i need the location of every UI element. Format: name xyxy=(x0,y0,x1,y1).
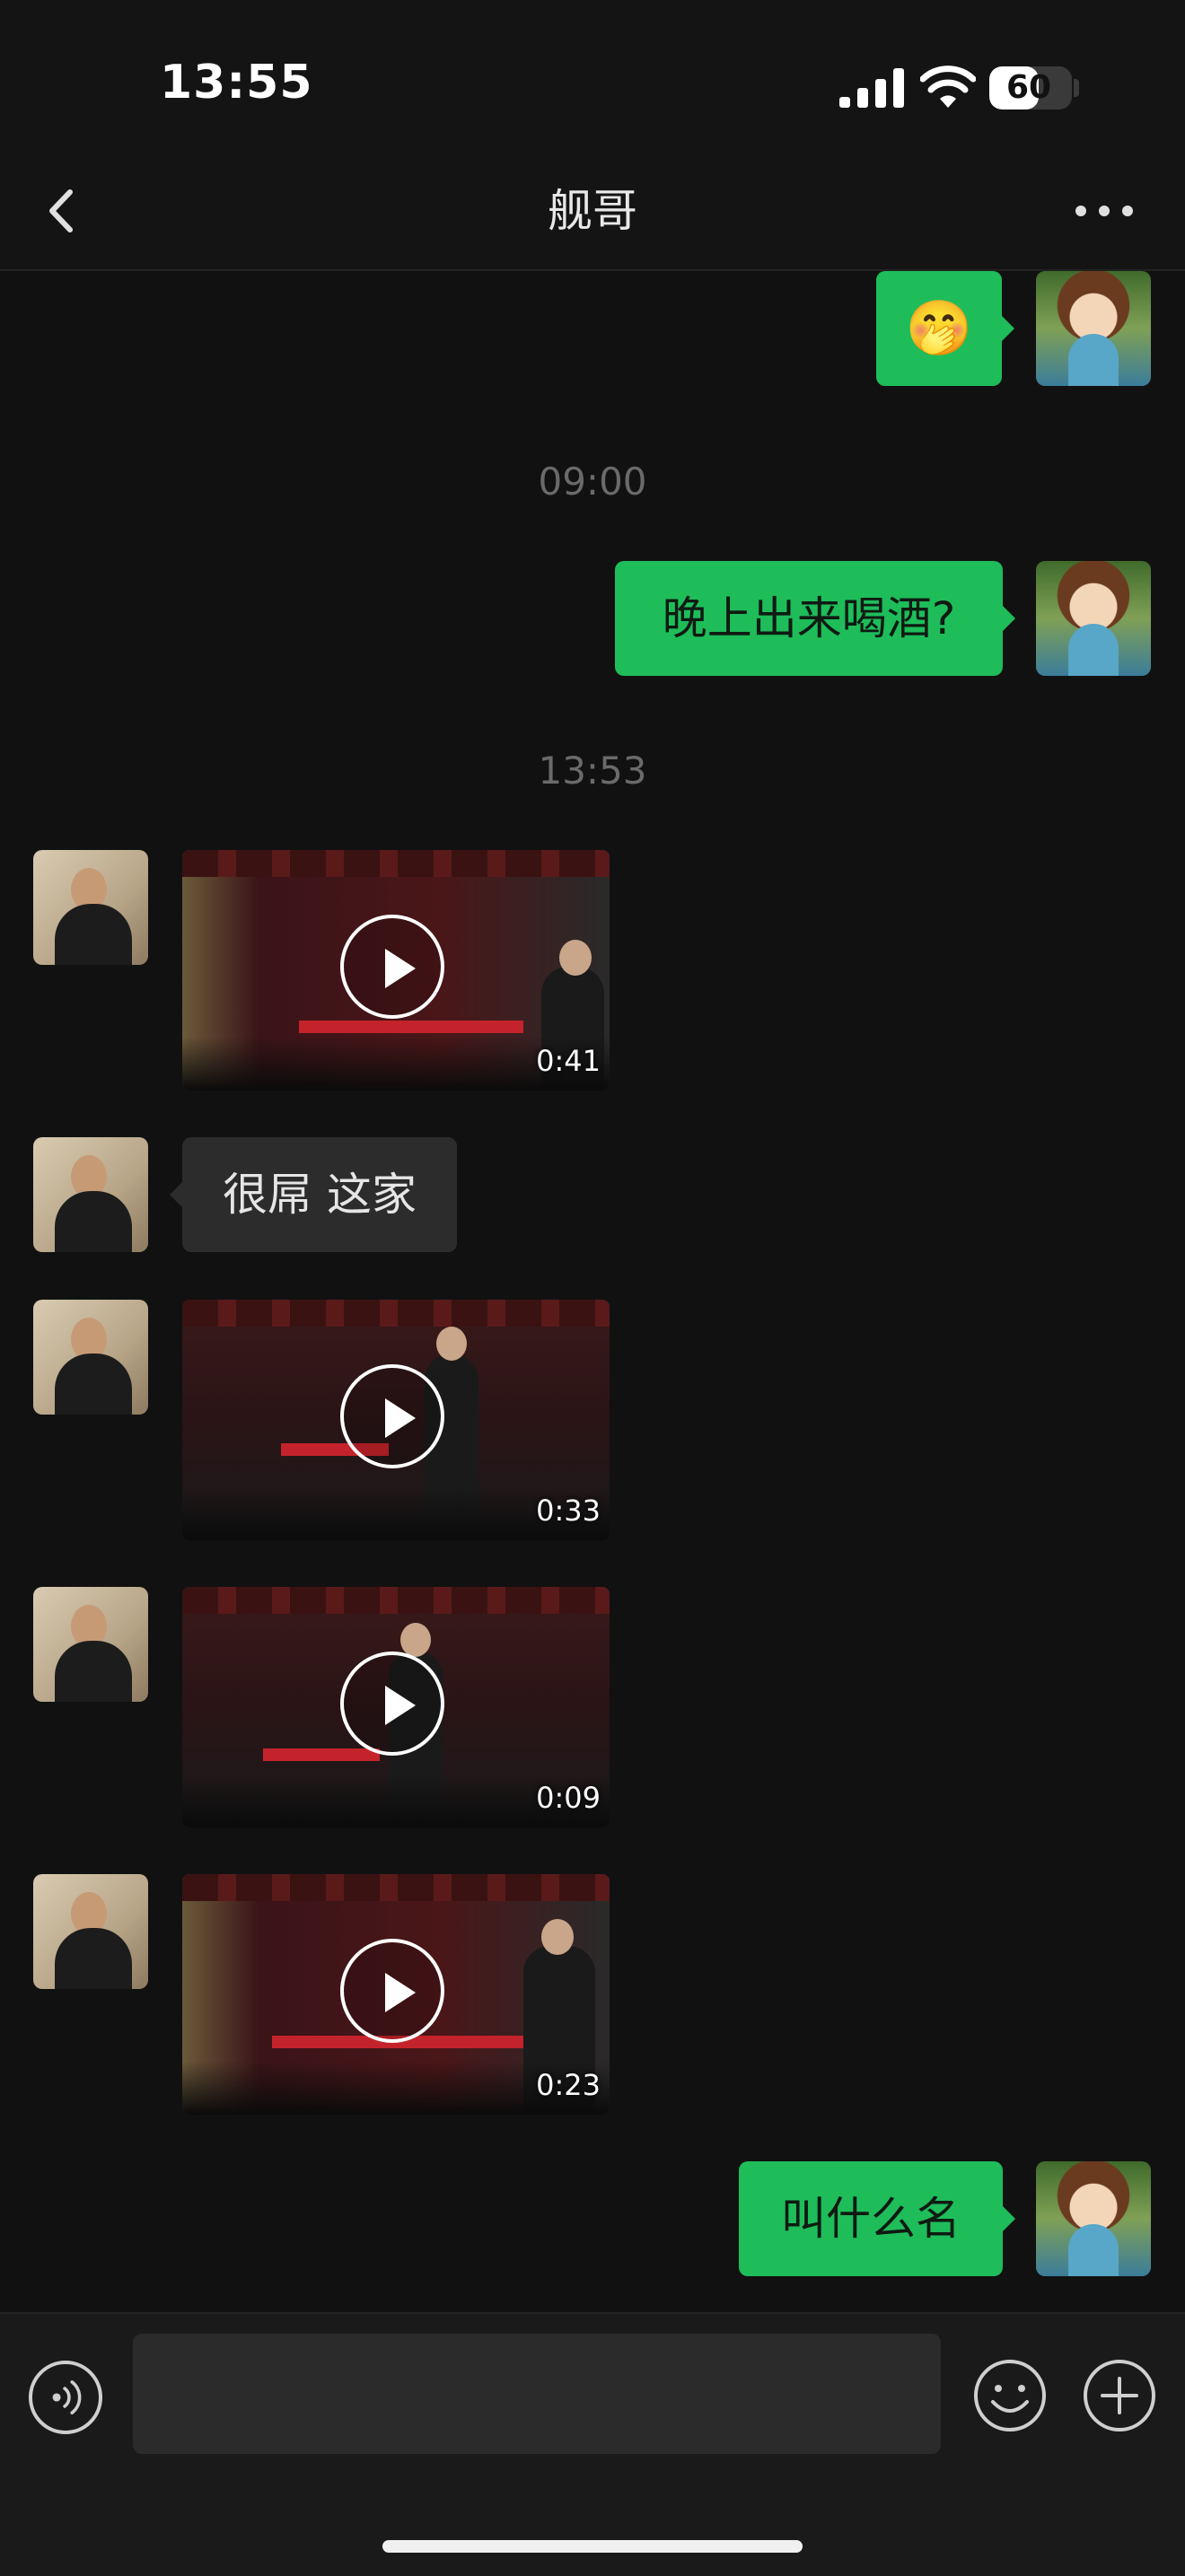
video-duration: 0:09 xyxy=(536,1781,601,1815)
message-text: 很屌 这家 xyxy=(223,1169,417,1221)
message-bubble-friend[interactable]: 很屌 这家 xyxy=(170,1137,457,1252)
avatar-friend[interactable] xyxy=(33,1137,148,1252)
message-timestamp: 09:00 xyxy=(538,460,647,504)
video-duration: 0:23 xyxy=(536,2068,601,2102)
video-thumbnail-detail xyxy=(541,1919,574,1955)
video-thumbnail-detail xyxy=(182,1300,610,1327)
video-thumbnail-detail xyxy=(559,940,592,976)
play-icon[interactable] xyxy=(340,1939,444,2043)
nav-bar xyxy=(0,162,1185,271)
avatar-friend[interactable] xyxy=(33,850,148,965)
video-message[interactable]: 0:33 xyxy=(182,1300,610,1540)
video-message[interactable]: 0:09 xyxy=(182,1587,610,1827)
battery-icon: 60 xyxy=(989,66,1072,110)
play-icon[interactable] xyxy=(340,915,444,1019)
video-duration: 0:33 xyxy=(536,1494,601,1528)
play-icon[interactable] xyxy=(340,1364,444,1468)
more-dots-icon[interactable] xyxy=(1068,180,1140,242)
wifi-icon xyxy=(920,66,976,108)
video-thumbnail-detail xyxy=(182,850,610,877)
video-thumbnail-detail xyxy=(400,1623,431,1657)
avatar-friend[interactable] xyxy=(33,1300,148,1415)
cellular-signal-icon xyxy=(839,66,904,108)
play-icon[interactable] xyxy=(340,1652,444,1756)
avatar-friend[interactable] xyxy=(33,1587,148,1702)
chevron-left-icon[interactable] xyxy=(36,180,90,242)
video-thumbnail-detail xyxy=(299,1021,523,1033)
video-message[interactable]: 0:23 xyxy=(182,1874,610,2115)
video-thumbnail-detail xyxy=(182,1874,610,1901)
avatar-friend[interactable] xyxy=(33,1874,148,1989)
status-time: 13:55 xyxy=(160,56,313,110)
message-bubble-me[interactable]: 🤭 xyxy=(876,271,1014,386)
plus-icon[interactable] xyxy=(1081,2357,1158,2434)
emoji-content: 🤭 xyxy=(905,297,973,360)
message-text: 叫什么名 xyxy=(781,2193,961,2245)
video-thumbnail-detail xyxy=(182,1587,610,1614)
video-message[interactable]: 0:41 xyxy=(182,850,610,1091)
video-thumbnail-detail xyxy=(436,1327,467,1361)
home-indicator xyxy=(382,2540,803,2553)
battery-nub xyxy=(1074,79,1079,97)
message-input[interactable] xyxy=(133,2334,941,2454)
voice-icon[interactable] xyxy=(29,2361,102,2434)
battery-level: 60 xyxy=(1005,69,1052,106)
emoji-icon[interactable] xyxy=(971,2357,1049,2434)
video-duration: 0:41 xyxy=(536,1044,601,1078)
message-bubble-me[interactable]: 晚上出来喝酒? xyxy=(615,561,1015,676)
avatar-me[interactable] xyxy=(1036,2161,1151,2276)
message-timestamp: 13:53 xyxy=(538,749,647,793)
avatar-me[interactable] xyxy=(1036,561,1151,676)
message-text: 晚上出来喝酒? xyxy=(662,592,956,644)
message-bubble-me[interactable]: 叫什么名 xyxy=(739,2161,1015,2276)
avatar-me[interactable] xyxy=(1036,271,1151,386)
video-thumbnail-detail xyxy=(263,1748,380,1761)
